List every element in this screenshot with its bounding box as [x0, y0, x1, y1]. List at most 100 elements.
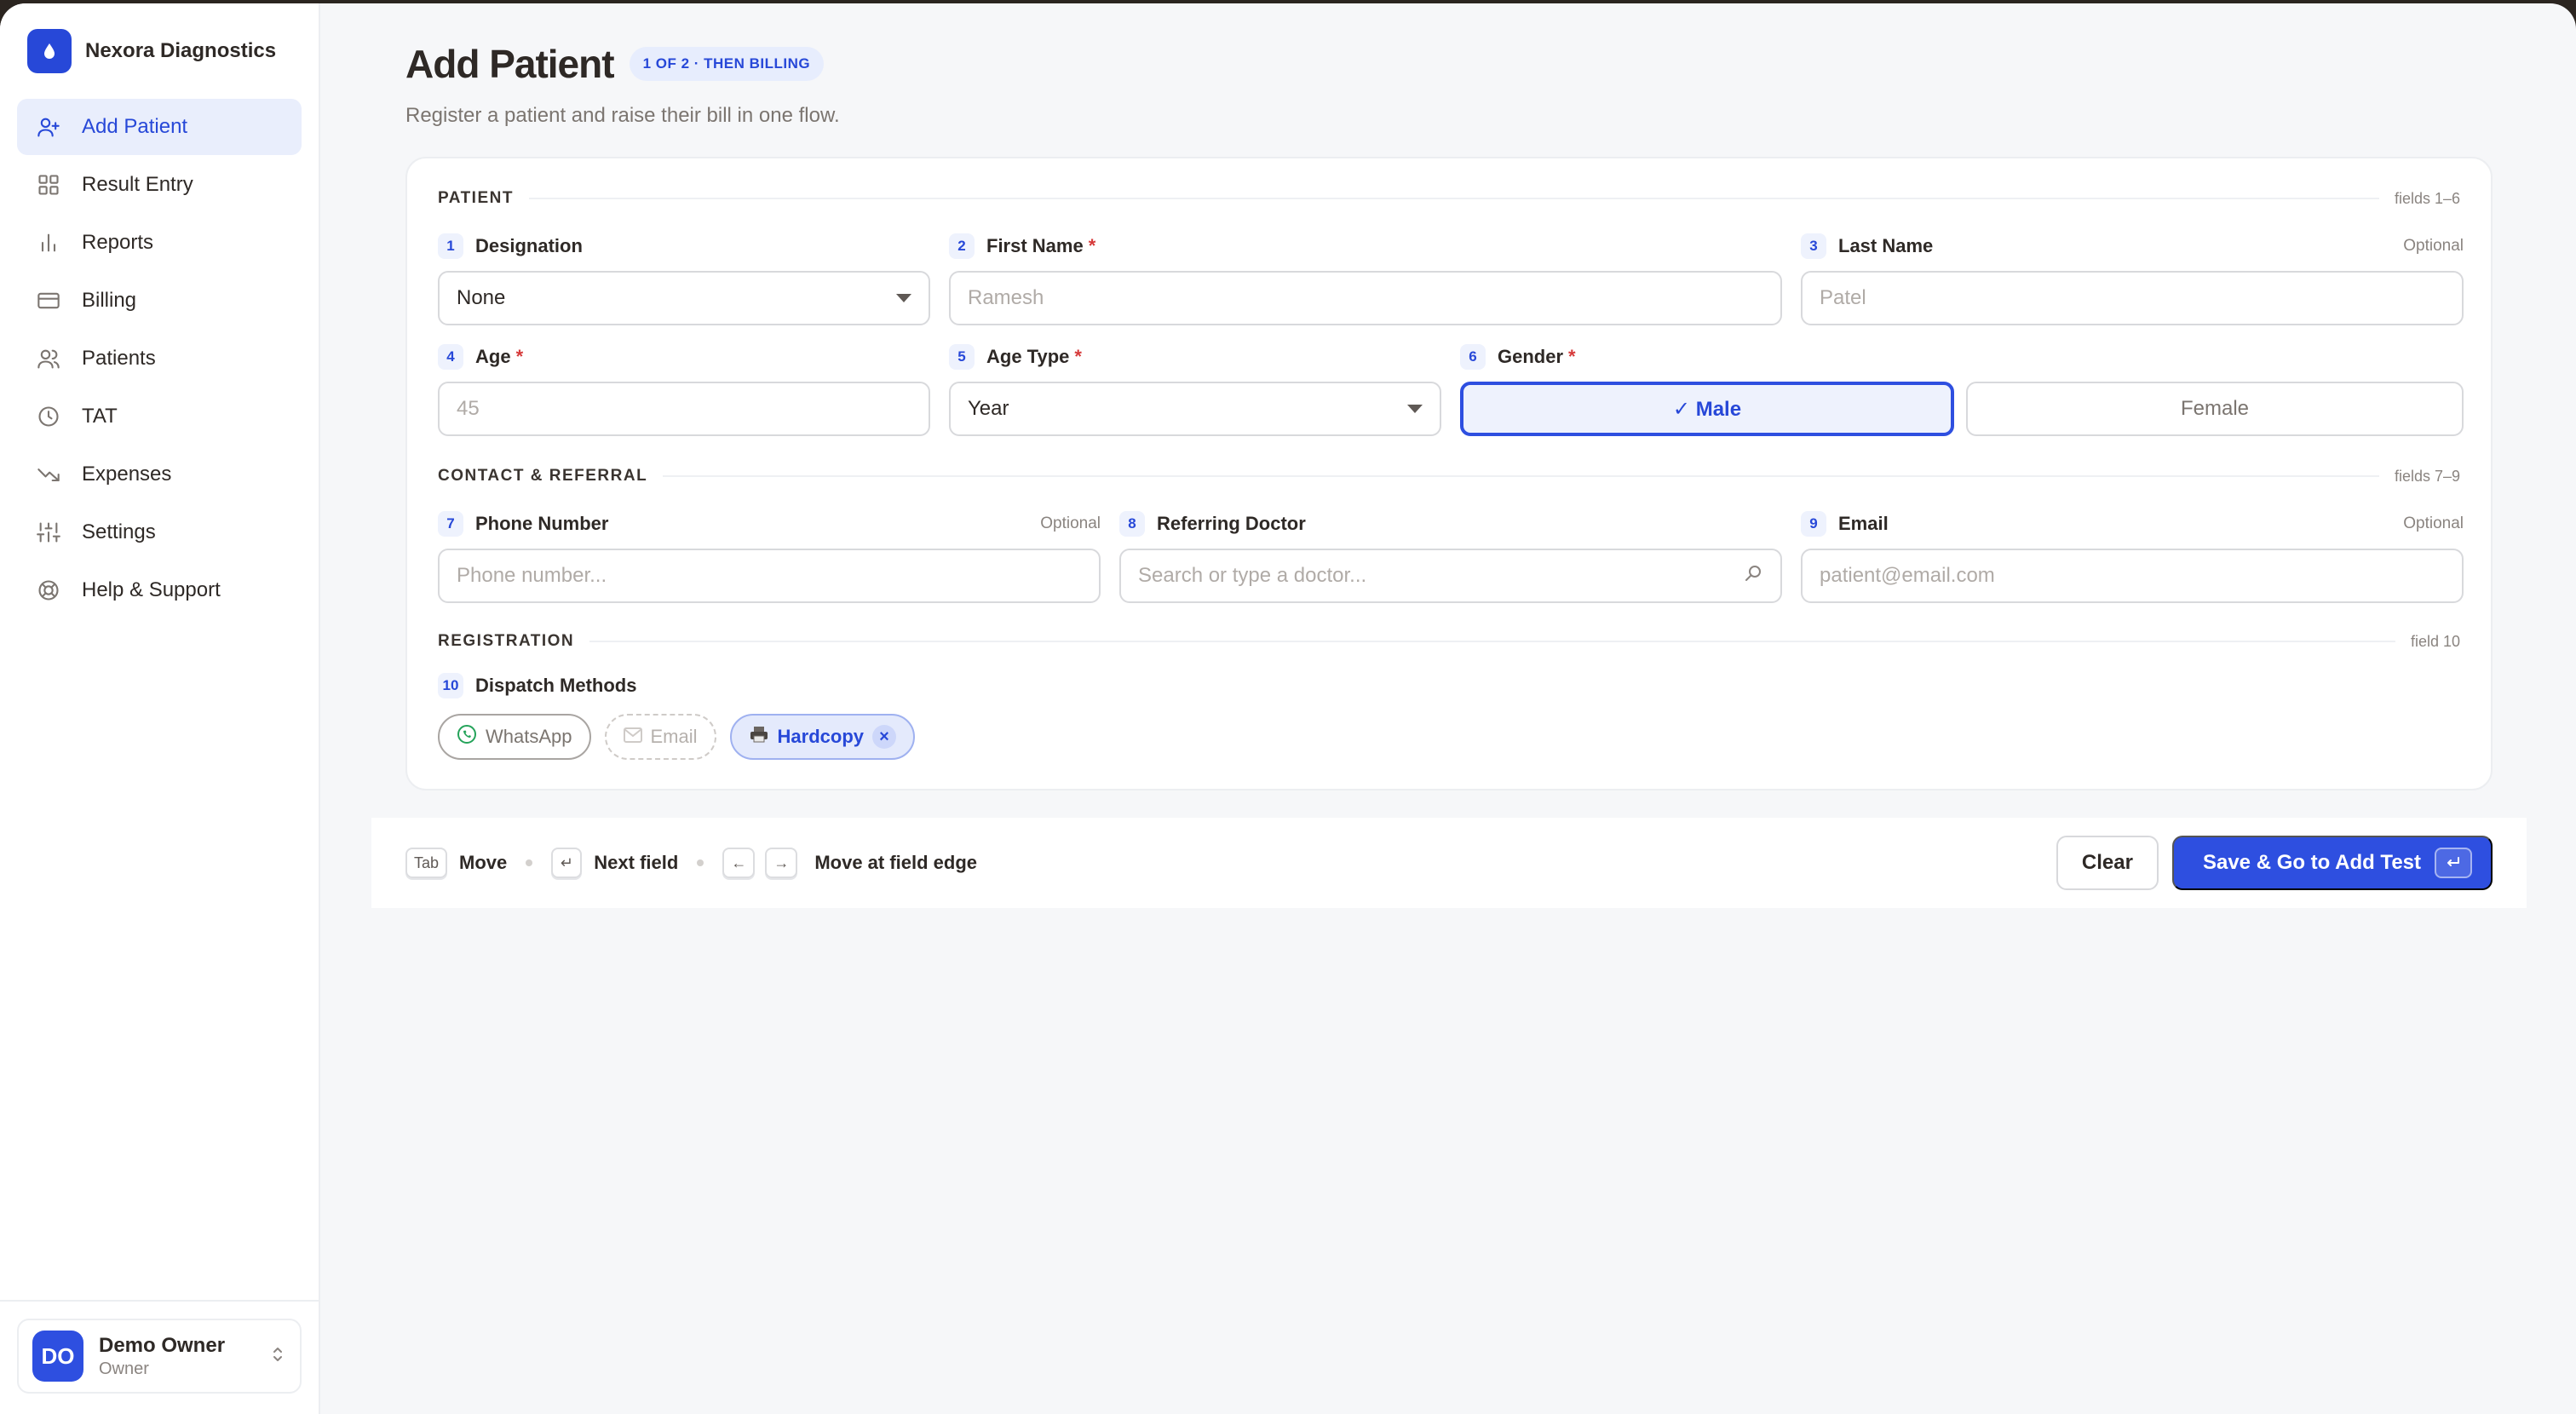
- divider: [528, 198, 2379, 199]
- field-number: 5: [949, 344, 975, 370]
- sidebar-item-add-patient[interactable]: Add Patient: [17, 99, 302, 155]
- envelope-icon: [623, 726, 642, 748]
- sidebar-item-reports[interactable]: Reports: [17, 215, 302, 271]
- sidebar-item-result-entry[interactable]: Result Entry: [17, 157, 302, 213]
- search-icon: [1743, 563, 1763, 589]
- kbd-enter: ↵: [551, 848, 583, 878]
- sidebar-item-expenses[interactable]: Expenses: [17, 446, 302, 503]
- kbd-right-arrow: →: [765, 848, 798, 878]
- section-contact-header: CONTACT & REFERRAL fields 7–9: [438, 467, 2460, 486]
- field-number: 6: [1460, 344, 1486, 370]
- last-name-input[interactable]: Patel: [1801, 271, 2464, 325]
- field-label: Email: [1838, 513, 1889, 534]
- dispatch-chip-whatsapp[interactable]: WhatsApp: [438, 714, 591, 760]
- card-icon: [36, 288, 61, 313]
- user-section: DO Demo Owner Owner: [0, 1300, 319, 1414]
- hint-text: Move at field edge: [814, 852, 978, 873]
- gender-male-button[interactable]: ✓ Male: [1460, 382, 1954, 436]
- user-plus-icon: [36, 114, 61, 140]
- patient-form-card: PATIENT fields 1–6 1 Designation None 2 …: [405, 157, 2493, 790]
- phone-input[interactable]: Phone number...: [438, 549, 1101, 603]
- trend-down-icon: [36, 462, 61, 487]
- field-number: 8: [1119, 511, 1145, 537]
- avatar: DO: [32, 1331, 83, 1382]
- remove-chip-icon[interactable]: ×: [872, 725, 896, 749]
- grid-icon: [36, 172, 61, 198]
- field-number: 10: [438, 673, 463, 698]
- printer-icon: [749, 724, 769, 750]
- user-switcher[interactable]: DO Demo Owner Owner: [17, 1319, 302, 1394]
- app-window: Nexora Diagnostics Add Patient Result En…: [0, 3, 2576, 1414]
- section-meta: fields 7–9: [2394, 467, 2460, 485]
- sidebar-item-label: TAT: [82, 405, 118, 428]
- required-marker: *: [515, 346, 524, 367]
- caret-down-icon: [896, 294, 911, 302]
- sidebar-nav: Add Patient Result Entry Reports Billing: [0, 99, 319, 618]
- field-number: 3: [1801, 233, 1826, 259]
- sidebar-item-billing[interactable]: Billing: [17, 273, 302, 329]
- field-number: 1: [438, 233, 463, 259]
- first-name-input[interactable]: Ramesh: [949, 271, 1782, 325]
- section-patient-header: PATIENT fields 1–6: [438, 189, 2460, 208]
- placeholder: Search or type a doctor...: [1138, 564, 1367, 587]
- sidebar-item-label: Result Entry: [82, 173, 193, 196]
- clear-button[interactable]: Clear: [2056, 836, 2159, 890]
- dispatch-chips: WhatsApp Email Hardcopy ×: [438, 714, 915, 760]
- sidebar-item-tat[interactable]: TAT: [17, 388, 302, 445]
- field-referring-doctor: 8 Referring Doctor Search or type a doct…: [1119, 509, 1782, 603]
- placeholder: Phone number...: [457, 564, 607, 587]
- lifebuoy-icon: [36, 578, 61, 603]
- section-title: CONTACT & REFERRAL: [438, 467, 648, 485]
- required-marker: *: [1074, 346, 1082, 367]
- page-header: Add Patient 1 OF 2 · THEN BILLING Regist…: [405, 41, 840, 128]
- save-and-add-test-button[interactable]: Save & Go to Add Test: [2171, 836, 2493, 890]
- placeholder: patient@email.com: [1820, 564, 1995, 587]
- field-label: First Name: [986, 235, 1084, 256]
- designation-select[interactable]: None: [438, 271, 930, 325]
- divider: [589, 641, 2395, 642]
- brand: Nexora Diagnostics: [0, 3, 319, 99]
- email-input[interactable]: patient@email.com: [1801, 549, 2464, 603]
- drop-logo-icon: [27, 29, 72, 73]
- field-age-type: 5 Age Type * Year: [949, 342, 1441, 436]
- section-meta: fields 1–6: [2394, 189, 2460, 207]
- field-label: Age Type: [986, 346, 1070, 367]
- sidebar-item-label: Billing: [82, 289, 137, 312]
- separator-dot: [526, 859, 533, 866]
- section-registration-header: REGISTRATION field 10: [438, 632, 2460, 651]
- field-gender: 6 Gender *: [1460, 342, 2464, 371]
- main-content: Add Patient 1 OF 2 · THEN BILLING Regist…: [320, 3, 2576, 1414]
- optional-tag: Optional: [1040, 514, 1101, 532]
- sidebar-item-label: Help & Support: [82, 578, 221, 601]
- sidebar-item-settings[interactable]: Settings: [17, 504, 302, 560]
- referring-doctor-input[interactable]: Search or type a doctor...: [1119, 549, 1782, 603]
- age-input[interactable]: 45: [438, 382, 930, 436]
- placeholder: Ramesh: [968, 286, 1044, 309]
- placeholder: Patel: [1820, 286, 1866, 309]
- sidebar-item-patients[interactable]: Patients: [17, 331, 302, 387]
- sidebar-item-help-support[interactable]: Help & Support: [17, 562, 302, 618]
- optional-tag: Optional: [2403, 237, 2464, 255]
- button-label: Save & Go to Add Test: [2202, 851, 2421, 874]
- field-designation: 1 Designation None: [438, 232, 930, 325]
- hint-text: Next field: [594, 852, 679, 873]
- gender-female-button[interactable]: Female: [1966, 382, 2464, 436]
- user-role: Owner: [99, 1359, 149, 1378]
- required-marker: *: [1568, 346, 1576, 367]
- select-value: Year: [968, 397, 1009, 420]
- field-dispatch-methods: 10 Dispatch Methods: [438, 671, 949, 700]
- sidebar-item-label: Expenses: [82, 463, 172, 486]
- divider: [663, 475, 2379, 477]
- whatsapp-icon: [457, 724, 477, 750]
- keyboard-hints-bar: Tab Move ↵ Next field ← → Move at field …: [371, 818, 2527, 908]
- chip-label: Hardcopy: [777, 726, 864, 747]
- sliders-icon: [36, 520, 61, 545]
- dispatch-chip-email[interactable]: Email: [604, 714, 716, 760]
- user-name: Demo Owner: [99, 1333, 226, 1357]
- page-subtitle: Register a patient and raise their bill …: [405, 104, 840, 127]
- field-label: Phone Number: [475, 513, 609, 534]
- field-number: 4: [438, 344, 463, 370]
- dispatch-chip-hardcopy[interactable]: Hardcopy ×: [729, 714, 915, 760]
- field-number: 9: [1801, 511, 1826, 537]
- age-type-select[interactable]: Year: [949, 382, 1441, 436]
